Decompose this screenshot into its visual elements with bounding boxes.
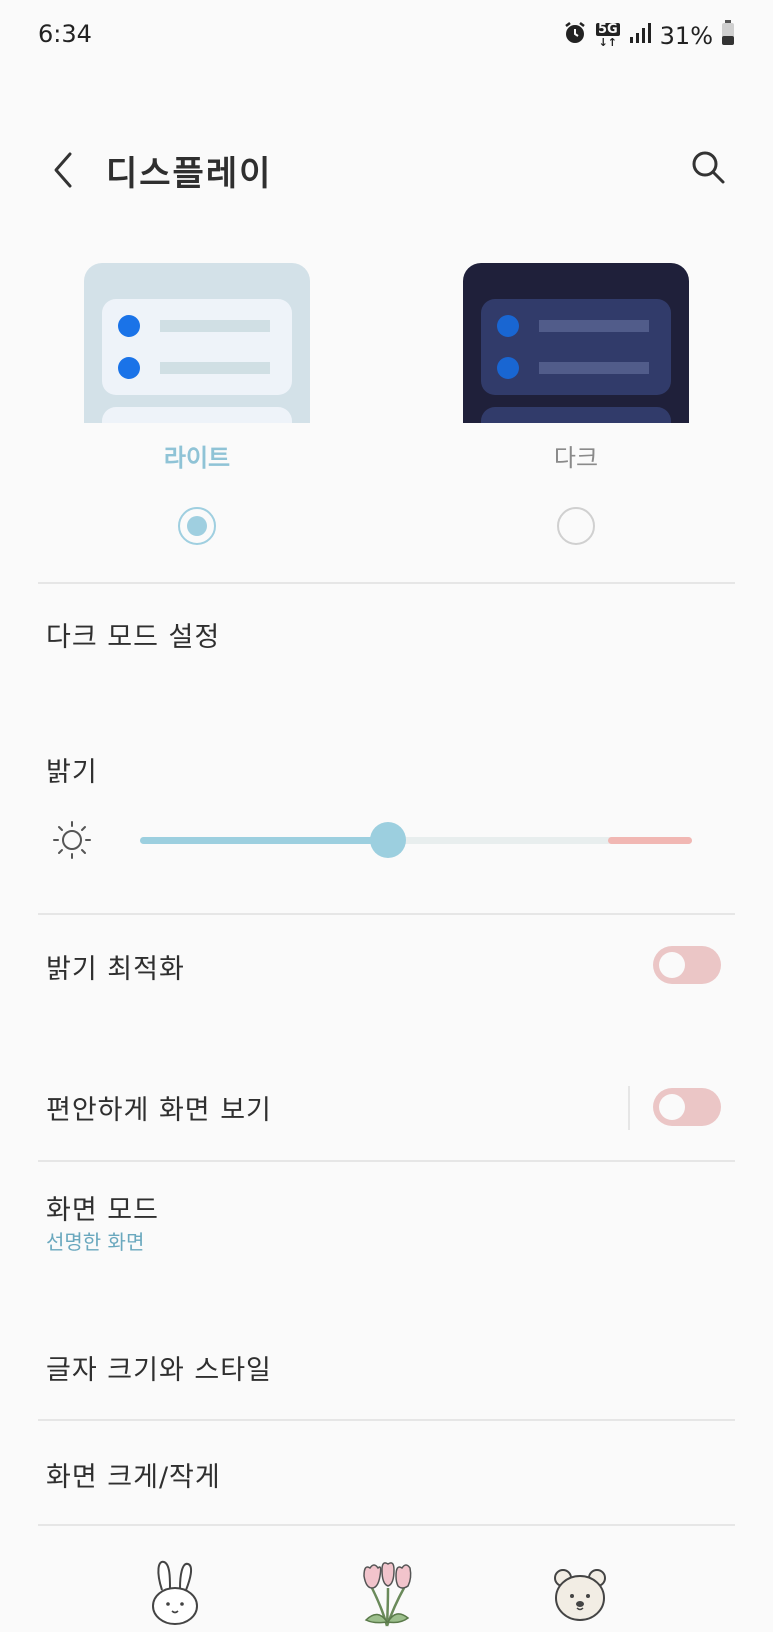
display-settings-screen: 6:34 5G ↓↑ 31% 디스플레이 라이트 다크 다크 모드 설정 밝기 … xyxy=(0,0,773,1632)
divider xyxy=(38,913,735,915)
preview-dot xyxy=(118,357,140,379)
search-button[interactable] xyxy=(683,142,733,192)
preview-dot xyxy=(118,315,140,337)
brightness-label: 밝기 xyxy=(46,757,98,788)
divider xyxy=(38,582,735,584)
preview-line xyxy=(160,320,270,332)
tulip-icon[interactable] xyxy=(352,1558,422,1628)
signal-icon xyxy=(628,21,652,51)
theme-label-light: 라이트 xyxy=(163,444,231,472)
preview-line xyxy=(539,362,649,374)
5g-icon: 5G ↓↑ xyxy=(595,22,620,49)
preview-dot xyxy=(497,315,519,337)
battery-percent: 31% xyxy=(659,22,713,50)
theme-option-dark[interactable]: 다크 xyxy=(463,263,689,545)
radio-light[interactable] xyxy=(178,507,216,545)
radio-dark[interactable] xyxy=(557,507,595,545)
bear-icon[interactable] xyxy=(545,1558,615,1628)
page-title: 디스플레이 xyxy=(106,154,273,194)
eye-comfort-toggle[interactable] xyxy=(653,1088,721,1126)
light-theme-preview[interactable] xyxy=(84,263,310,423)
alarm-icon xyxy=(562,20,588,52)
preview-line xyxy=(160,362,270,374)
battery-icon xyxy=(721,20,735,52)
slider-thumb[interactable] xyxy=(370,822,406,858)
back-button[interactable] xyxy=(40,140,84,200)
theme-option-light[interactable]: 라이트 xyxy=(84,263,310,545)
brightness-slider[interactable] xyxy=(140,820,692,860)
rabbit-icon[interactable] xyxy=(140,1558,210,1628)
divider xyxy=(38,1160,735,1162)
preview-card xyxy=(102,299,292,395)
screen-mode-value: 선명한 화면 xyxy=(46,1230,145,1254)
bottom-nav xyxy=(0,1540,773,1632)
slider-fill xyxy=(140,837,388,844)
slider-high-zone xyxy=(608,837,692,844)
theme-label-dark: 다크 xyxy=(553,444,599,472)
font-size-style-item[interactable]: 글자 크기와 스타일 xyxy=(46,1348,272,1387)
sun-icon xyxy=(53,821,91,859)
divider xyxy=(38,1419,735,1421)
preview-card xyxy=(481,299,671,395)
network-label: 5G xyxy=(595,22,620,37)
dark-theme-preview[interactable] xyxy=(463,263,689,423)
chevron-left-icon xyxy=(54,152,72,188)
app-header: 디스플레이 xyxy=(0,130,773,210)
vertical-separator xyxy=(628,1086,630,1130)
status-time: 6:34 xyxy=(38,20,92,48)
preview-card xyxy=(481,407,671,423)
preview-card xyxy=(102,407,292,423)
dark-mode-settings-item[interactable]: 다크 모드 설정 xyxy=(46,615,220,654)
adaptive-brightness-toggle[interactable] xyxy=(653,946,721,984)
eye-comfort-label[interactable]: 편안하게 화면 보기 xyxy=(46,1088,272,1127)
status-icons: 5G ↓↑ 31% xyxy=(562,20,735,52)
adaptive-brightness-label[interactable]: 밝기 최적화 xyxy=(46,947,185,986)
divider xyxy=(38,1524,735,1526)
preview-dot xyxy=(497,357,519,379)
status-bar: 6:34 5G ↓↑ 31% xyxy=(0,0,773,72)
screen-mode-label: 화면 모드 xyxy=(46,1195,159,1226)
screen-zoom-item[interactable]: 화면 크게/작게 xyxy=(46,1455,221,1494)
search-icon xyxy=(692,151,725,184)
preview-line xyxy=(539,320,649,332)
